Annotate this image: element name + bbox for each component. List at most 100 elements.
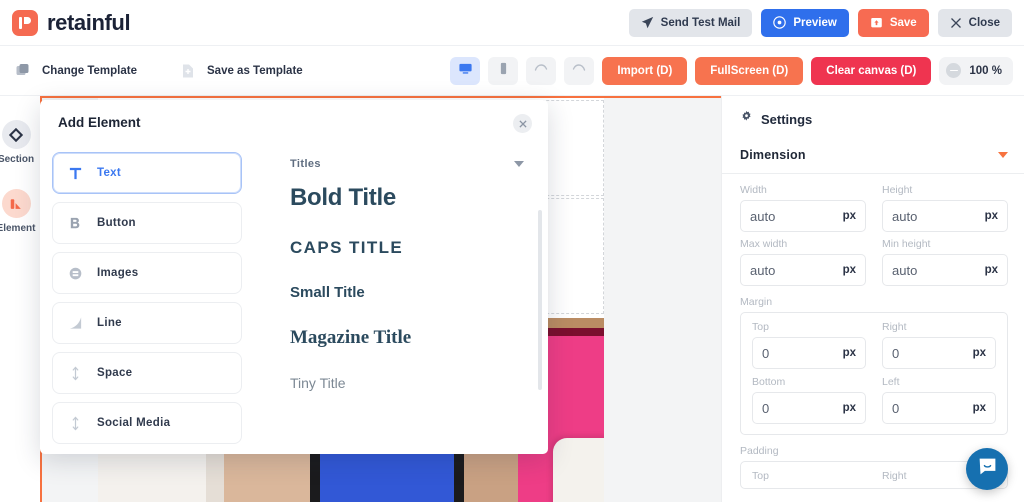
change-template-button[interactable]: Change Template <box>14 62 137 80</box>
caret-down-icon[interactable] <box>998 152 1008 158</box>
redo-icon <box>571 60 587 81</box>
images-icon <box>67 266 84 281</box>
element-type-label: Images <box>97 267 139 279</box>
fullscreen-button[interactable]: FullScreen (D) <box>695 56 804 85</box>
send-test-mail-button[interactable]: Send Test Mail <box>628 8 753 37</box>
rail-item-section[interactable]: Section <box>0 120 40 165</box>
element-type-line[interactable]: Line <box>52 302 242 344</box>
field-value: auto <box>750 262 776 278</box>
sample-small-title[interactable]: Small Title <box>290 284 524 301</box>
close-icon[interactable] <box>513 114 532 133</box>
margin-top-input[interactable]: 0 px <box>752 337 866 369</box>
field-unit: px <box>842 347 856 359</box>
button-b-icon <box>67 216 84 231</box>
zoom-control[interactable]: 100 % <box>939 56 1013 85</box>
field-unit: px <box>842 264 856 276</box>
margin-left-input[interactable]: 0 px <box>882 392 996 424</box>
titles-group-header[interactable]: Titles <box>250 152 548 170</box>
editor-toolbar: Change Template Save as Template Import … <box>0 46 1024 96</box>
close-button[interactable]: Close <box>937 8 1012 37</box>
rail-item-element[interactable]: Element <box>0 189 40 234</box>
rail-label-section: Section <box>0 154 35 165</box>
field-value: auto <box>892 208 918 224</box>
view-desktop-button[interactable] <box>450 56 481 85</box>
save-upload-icon <box>870 16 883 29</box>
element-type-label: Button <box>97 217 136 229</box>
clear-canvas-button[interactable]: Clear canvas (D) <box>811 56 932 85</box>
field-width: Width auto px <box>740 184 866 232</box>
element-type-list: Text Button Images Line Space Social Med… <box>52 152 242 454</box>
save-as-template-label: Save as Template <box>207 64 303 77</box>
minus-circle-icon[interactable] <box>946 63 962 78</box>
brand-logo[interactable]: retainful <box>0 9 131 36</box>
save-as-template-button[interactable]: Save as Template <box>179 62 303 80</box>
field-value: 0 <box>762 345 770 361</box>
brand-name: retainful <box>47 9 131 35</box>
field-label: Max width <box>740 238 788 250</box>
margin-group: Top 0 px Right 0 px Bottom 0 px Left 0 p… <box>740 312 1008 435</box>
element-type-label: Social Media <box>97 417 171 429</box>
margin-right-input[interactable]: 0 px <box>882 337 996 369</box>
titles-group-label: Titles <box>290 158 321 170</box>
element-type-text[interactable]: Text <box>52 152 242 194</box>
height-input[interactable]: auto px <box>882 200 1008 232</box>
field-unit: px <box>972 402 986 414</box>
element-type-social-media[interactable]: Social Media <box>52 402 242 444</box>
intercom-chat-button[interactable] <box>966 448 1008 490</box>
layers-icon <box>14 62 32 80</box>
view-mobile-button[interactable] <box>488 56 519 85</box>
redo-button[interactable] <box>564 56 595 85</box>
element-type-label: Space <box>97 367 133 379</box>
retainful-mark-icon <box>12 9 38 36</box>
element-type-images[interactable]: Images <box>52 252 242 294</box>
sample-caps-title[interactable]: CAPS TITLE <box>290 238 524 258</box>
left-rail: Section Element <box>0 96 40 502</box>
min-height-input[interactable]: auto px <box>882 254 1008 286</box>
field-unit: px <box>984 264 998 276</box>
element-icon <box>1 189 31 218</box>
field-value: 0 <box>892 400 900 416</box>
field-label: Bottom <box>752 376 786 388</box>
header-actions: Send Test Mail Preview Save Close <box>628 8 1024 37</box>
margin-bottom-input[interactable]: 0 px <box>752 392 866 424</box>
field-label: Right <box>882 321 907 333</box>
social-media-icon <box>67 416 84 431</box>
app-root: retainful Send Test Mail Preview Save Cl… <box>0 0 1024 502</box>
zoom-value: 100 % <box>969 64 1002 77</box>
max-width-input[interactable]: auto px <box>740 254 866 286</box>
field-margin-left: Left 0 px <box>882 376 996 424</box>
sample-tiny-title[interactable]: Tiny Title <box>290 375 524 391</box>
sample-bold-title[interactable]: Bold Title <box>290 184 524 212</box>
field-label: Top <box>752 470 769 482</box>
sample-magazine-title[interactable]: Magazine Title <box>290 327 524 349</box>
undo-button[interactable] <box>526 56 557 85</box>
save-button[interactable]: Save <box>857 8 929 37</box>
settings-header: Settings <box>722 96 1024 140</box>
field-unit: px <box>984 210 998 222</box>
width-input[interactable]: auto px <box>740 200 866 232</box>
change-template-label: Change Template <box>42 64 137 77</box>
send-icon <box>641 16 654 29</box>
field-label: Left <box>882 376 900 388</box>
earbuds-case-graphic <box>553 438 604 502</box>
gear-icon <box>740 110 753 128</box>
preview-button[interactable]: Preview <box>761 8 849 37</box>
top-header: retainful Send Test Mail Preview Save Cl… <box>0 0 1024 46</box>
preview-label: Preview <box>793 16 837 29</box>
chevron-down-icon[interactable] <box>514 161 524 167</box>
element-type-button[interactable]: Button <box>52 202 242 244</box>
undo-icon <box>533 60 549 81</box>
field-unit: px <box>972 347 986 359</box>
dimension-section-header[interactable]: Dimension <box>722 140 1024 174</box>
element-type-space[interactable]: Space <box>52 352 242 394</box>
mobile-icon <box>496 61 511 81</box>
import-button[interactable]: Import (D) <box>602 56 688 85</box>
settings-panel: Settings Dimension Width auto px Height … <box>721 96 1024 502</box>
field-label: Width <box>740 184 767 196</box>
send-test-mail-label: Send Test Mail <box>660 16 741 29</box>
add-element-title: Add Element <box>58 115 141 130</box>
field-label: Top <box>752 321 769 333</box>
field-margin-right: Right 0 px <box>882 321 996 369</box>
text-t-icon <box>67 166 84 181</box>
preview-scrollbar[interactable] <box>538 210 542 390</box>
